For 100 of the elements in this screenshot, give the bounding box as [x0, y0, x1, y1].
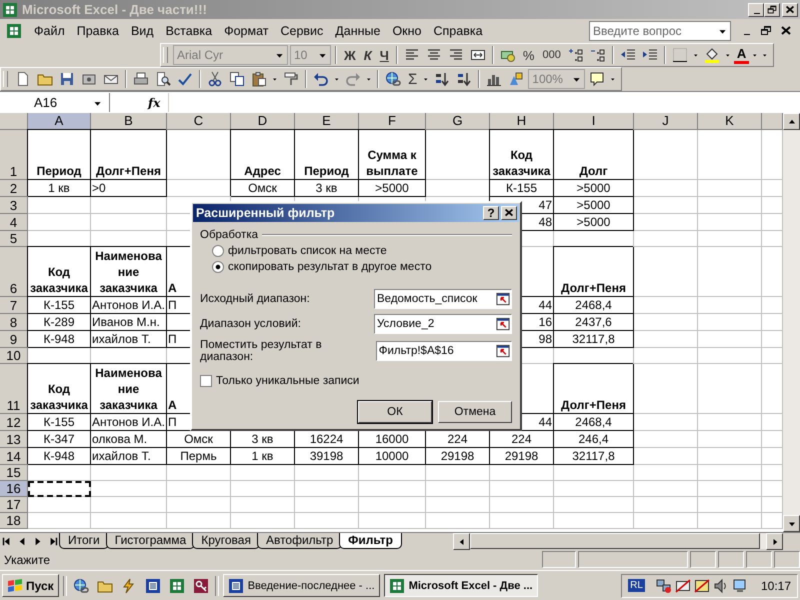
sort-descending-icon[interactable]	[456, 71, 472, 87]
menu-item[interactable]: Сервис	[274, 24, 330, 38]
minimize-icon[interactable]	[743, 33, 750, 35]
monitor-icon[interactable]	[732, 578, 748, 594]
format-painter-icon[interactable]	[283, 71, 299, 87]
menu-item[interactable]: Окно	[386, 24, 428, 38]
select-all-button[interactable]	[0, 113, 28, 130]
column-header[interactable]: D	[231, 113, 295, 130]
taskbar-button[interactable]: Microsoft Excel - Две ...	[384, 574, 538, 597]
input-field[interactable]: Условие_2	[374, 314, 512, 334]
network-icon[interactable]	[656, 578, 672, 594]
row-header[interactable]: 18	[0, 513, 28, 529]
save-icon[interactable]	[59, 71, 75, 87]
sheet-tab[interactable]: Фильтр	[339, 533, 402, 549]
copy-icon[interactable]	[229, 71, 245, 87]
menu-item[interactable]: Данные	[329, 24, 386, 38]
hyperlink-icon[interactable]	[385, 71, 401, 87]
menu-item[interactable]: Вид	[124, 24, 160, 38]
radio-button[interactable]	[212, 245, 224, 257]
menu-item[interactable]: Вставка	[160, 24, 218, 38]
close-button[interactable]	[501, 206, 517, 220]
range-picker-icon[interactable]	[495, 316, 511, 332]
print-icon[interactable]	[133, 71, 149, 87]
column-header[interactable]: J	[634, 113, 698, 130]
merge-cells-icon[interactable]	[470, 47, 486, 63]
column-header[interactable]: I	[554, 113, 634, 130]
column-header[interactable]: A	[28, 113, 91, 130]
restore-button[interactable]	[764, 2, 780, 16]
fill-color-icon[interactable]	[704, 47, 720, 63]
sort-ascending-icon[interactable]	[434, 71, 450, 87]
row-header[interactable]: 17	[0, 497, 28, 513]
row-header[interactable]: 12	[0, 414, 28, 431]
column-header[interactable]: E	[295, 113, 359, 130]
access-icon[interactable]	[192, 578, 209, 594]
option-label[interactable]: скопировать результат в другое место	[228, 261, 432, 273]
checkbox[interactable]	[200, 375, 212, 387]
row-header[interactable]: 3	[0, 197, 28, 214]
horizontal-scrollbar[interactable]	[453, 533, 783, 549]
row-header[interactable]: 9	[0, 331, 28, 348]
tools-icon[interactable]	[694, 578, 710, 594]
row-header[interactable]: 7	[0, 297, 28, 314]
column-header[interactable]: H	[490, 113, 554, 130]
row-header[interactable]: 8	[0, 314, 28, 331]
menu-item[interactable]: Правка	[70, 24, 125, 38]
start-button[interactable]: Пуск	[2, 574, 59, 597]
column-header[interactable]: K	[698, 113, 762, 130]
sheet-tab[interactable]: Гистограмма	[106, 533, 196, 549]
borders-icon[interactable]	[672, 47, 688, 63]
sheet-tab[interactable]: Круговая	[192, 533, 260, 549]
row-header[interactable]: 1	[0, 130, 28, 180]
excel-icon[interactable]	[168, 578, 185, 594]
cancel-button[interactable]: Отмена	[438, 401, 512, 423]
row-header[interactable]: 4	[0, 214, 28, 231]
menu-item[interactable]: Файл	[28, 24, 71, 38]
ok-button[interactable]: ОК	[358, 401, 432, 423]
undo-icon[interactable]	[313, 71, 329, 87]
lightning-icon[interactable]	[120, 578, 137, 594]
row-header[interactable]: 11	[0, 364, 28, 414]
help-icon[interactable]	[589, 71, 606, 87]
taskbar-button[interactable]: Введение-последнее - ...	[222, 574, 380, 597]
input-field[interactable]: Ведомость_список	[374, 289, 512, 309]
row-header[interactable]: 13	[0, 431, 28, 448]
word-icon[interactable]	[144, 578, 161, 594]
speaker-icon[interactable]	[712, 578, 729, 594]
column-header[interactable]: B	[91, 113, 167, 130]
help-search-field[interactable]: Введите вопрос	[589, 21, 731, 41]
drawing-icon[interactable]	[508, 71, 524, 87]
help-button[interactable]: ?	[483, 206, 499, 220]
row-header[interactable]: 5	[0, 231, 28, 247]
cut-icon[interactable]	[207, 71, 223, 87]
increase-decimal-icon[interactable]	[568, 47, 584, 63]
close-button[interactable]	[782, 2, 798, 16]
row-header[interactable]: 16	[0, 481, 28, 497]
range-picker-icon[interactable]	[495, 292, 511, 306]
radio-button[interactable]	[212, 261, 224, 273]
mail-icon[interactable]	[674, 578, 691, 594]
restore-icon[interactable]	[759, 24, 773, 38]
sheet-tab[interactable]: Итоги	[59, 533, 109, 549]
row-header[interactable]: 10	[0, 348, 28, 364]
text-style-button[interactable]: Ж	[341, 45, 359, 65]
range-picker-icon[interactable]	[495, 344, 511, 358]
decrease-decimal-icon[interactable]	[590, 47, 606, 63]
menu-item[interactable]: Справка	[428, 24, 489, 38]
row-header[interactable]: 6	[0, 247, 28, 297]
spelling-icon[interactable]	[177, 71, 193, 87]
menu-item[interactable]: Формат	[218, 24, 274, 38]
text-style-button[interactable]: Ч	[376, 45, 392, 65]
new-document-icon[interactable]	[15, 71, 31, 87]
browser-icon[interactable]	[72, 578, 89, 594]
language-indicator[interactable]: RL	[628, 579, 645, 592]
copy-marquee[interactable]	[28, 481, 91, 497]
sheet-tab[interactable]: Автофильтр	[256, 533, 342, 549]
column-header[interactable]: C	[167, 113, 231, 130]
row-header[interactable]: 14	[0, 448, 28, 465]
function-label[interactable]: fx	[148, 96, 160, 110]
text-style-button[interactable]: К	[360, 45, 375, 65]
paste-icon[interactable]	[251, 71, 267, 87]
input-field[interactable]: Фильтр!$A$16	[376, 341, 512, 361]
percent-button[interactable]: %	[520, 45, 538, 65]
print-preview-icon[interactable]	[155, 71, 171, 87]
